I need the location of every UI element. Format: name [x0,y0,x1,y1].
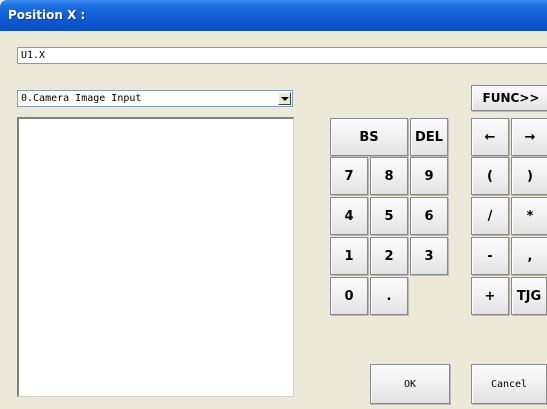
key-8-button[interactable]: 8 [370,157,408,195]
item-list[interactable] [17,117,294,397]
key-5-button[interactable]: 5 [370,197,408,235]
key-2-button[interactable]: 2 [370,237,408,275]
key-7-button[interactable]: 7 [330,157,368,195]
multiply-button[interactable]: * [511,197,547,235]
tjg-button[interactable]: TJG [511,277,547,315]
backspace-button[interactable]: BS [330,118,408,156]
decimal-point-button[interactable]: . [370,277,408,315]
left-paren-button[interactable]: ( [471,157,509,195]
right-paren-button[interactable]: ) [511,157,547,195]
cursor-left-button[interactable]: ← [471,118,509,156]
cursor-right-button[interactable]: → [511,118,547,156]
key-6-button[interactable]: 6 [410,197,448,235]
key-9-button[interactable]: 9 [410,157,448,195]
expression-input[interactable]: U1.X [17,47,547,64]
functions-button[interactable]: FUNC>> [471,85,547,111]
ok-button[interactable]: OK [370,364,450,404]
key-1-button[interactable]: 1 [330,237,368,275]
window-title: Position X : [8,8,86,22]
chevron-down-icon[interactable] [278,92,291,105]
divide-button[interactable]: / [471,197,509,235]
cancel-button[interactable]: Cancel [471,364,547,404]
delete-button[interactable]: DEL [410,118,448,156]
key-3-button[interactable]: 3 [410,237,448,275]
minus-button[interactable]: - [471,237,509,275]
plus-button[interactable]: + [471,277,509,315]
source-select[interactable]: 0.Camera Image Input [17,90,293,107]
source-select-value: 0.Camera Image Input [21,93,142,104]
comma-button[interactable]: , [511,237,547,275]
title-bar: Position X : [0,0,547,31]
key-4-button[interactable]: 4 [330,197,368,235]
key-0-button[interactable]: 0 [330,277,368,315]
